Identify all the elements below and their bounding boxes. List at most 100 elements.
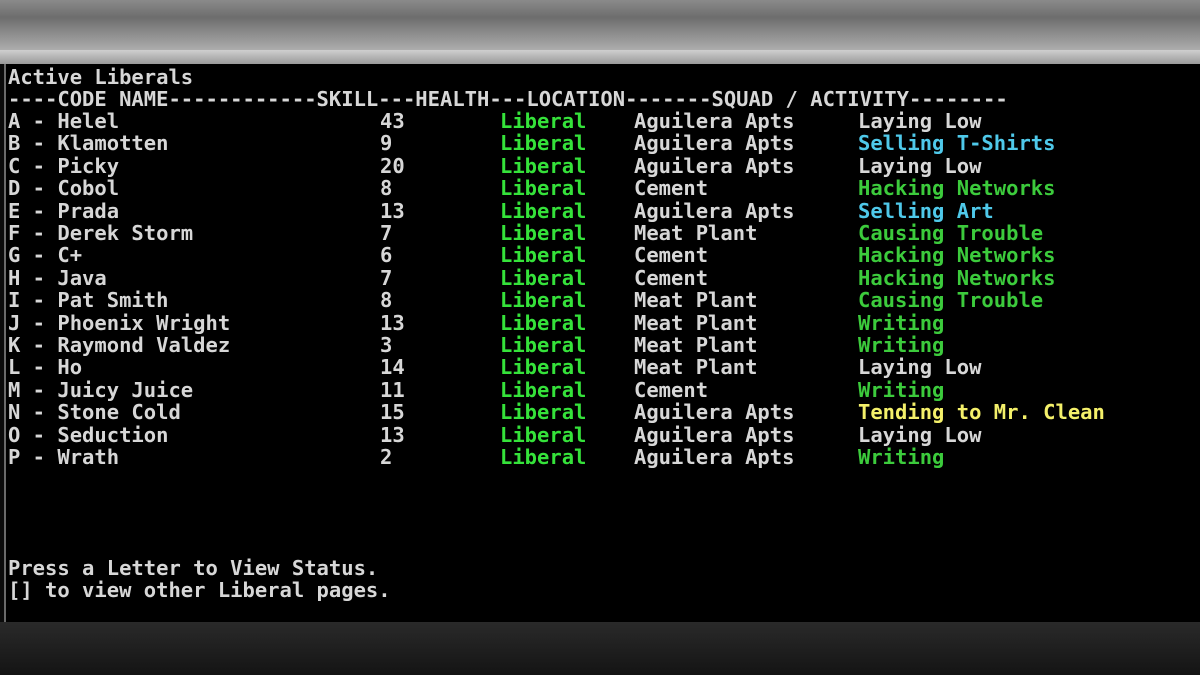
code-name: Ho [57,355,83,380]
health-status: Liberal [500,131,587,156]
code-cell: J - Phoenix Wright [8,310,231,335]
row-separator: - [20,265,58,290]
footer-instruction: Press a Letter to View Status. [8,556,379,580]
health-status: Liberal [500,422,587,447]
page-title: Active Liberals [8,65,194,89]
row-letter: A [8,109,21,133]
row-separator: - [20,176,58,201]
activity-value: Writing [858,310,945,335]
activity-value: Laying Low [858,153,982,178]
code-name: Picky [57,153,120,178]
code-name: Klamotten [57,131,169,156]
activity-value: Selling T-Shirts [858,131,1056,156]
location-value: Aguilera Apts [634,109,795,133]
health-status: Liberal [500,310,587,335]
skill-value: 13 [380,310,405,335]
location-value: Meat Plant [634,221,758,245]
code-cell: H - Java [8,267,107,289]
health-status: Liberal [500,243,587,268]
row-letter: B [8,131,21,156]
health-status: Liberal [500,288,587,313]
code-name: Raymond Valdez [57,333,231,357]
code-name: Cobol [57,176,120,201]
screenshot-frame: Active Liberals ----CODE NAME-----------… [0,0,1200,675]
skill-value: 6 [380,243,393,268]
activity-value: Hacking Networks [858,176,1056,201]
activity-value: Causing Trouble [858,288,1044,313]
skill-value: 7 [380,265,393,290]
row-letter: P [8,445,21,469]
activity-value: Writing [858,377,945,402]
code-cell: O - Seduction [8,422,169,447]
code-cell: I - Pat Smith [8,289,168,311]
skill-value: 20 [380,153,405,178]
console-window: Active Liberals ----CODE NAME-----------… [4,64,1200,622]
code-cell: E - Prada [8,198,120,223]
location-value: Meat Plant [634,310,758,335]
location-value: Aguilera Apts [634,422,795,447]
row-separator: - [20,422,58,447]
row-separator: - [20,288,58,313]
code-cell: N - Stone Cold [8,401,181,423]
skill-value: 2 [380,445,393,469]
code-name: Phoenix Wright [57,310,231,335]
activity-value: Hacking Networks [858,243,1056,268]
code-name: Derek Storm [57,221,194,245]
code-cell: M - Juicy Juice [8,379,193,401]
window-title-bar [0,50,1200,64]
activity-value: Laying Low [858,422,982,447]
row-letter: I [8,288,21,313]
location-value: Cement [634,176,709,201]
code-name: Prada [57,198,120,223]
row-separator: - [20,153,58,178]
activity-value: Hacking Networks [858,265,1056,290]
row-letter: O [8,422,21,447]
activity-value: Writing [858,333,945,357]
row-letter: K [8,333,21,357]
health-status: Liberal [500,400,587,425]
location-value: Aguilera Apts [634,400,795,425]
row-separator: - [20,310,58,335]
activity-value: Laying Low [858,109,982,133]
health-status: Liberal [500,445,587,469]
code-name: Juicy Juice [57,377,194,402]
row-letter: F [8,221,21,245]
skill-value: 13 [380,422,405,447]
skill-value: 43 [380,109,405,133]
code-cell: P - Wrath [8,446,119,468]
skill-value: 8 [380,288,393,313]
row-separator: - [20,109,58,133]
window-bottom-chrome [0,622,1200,675]
skill-value: 11 [380,377,405,402]
activity-value: Causing Trouble [858,221,1044,245]
code-name: Wrath [57,445,120,469]
code-cell: D - Cobol [8,177,119,199]
location-value: Aguilera Apts [634,445,795,469]
activity-value: Selling Art [858,198,994,223]
code-cell: F - Derek Storm [8,222,193,244]
code-name: Seduction [57,422,169,447]
code-name: Java [57,265,107,290]
skill-value: 15 [380,400,405,425]
location-value: Meat Plant [634,355,758,380]
row-separator: - [20,221,58,245]
health-status: Liberal [500,176,587,201]
health-status: Liberal [500,198,587,223]
row-letter: M [8,377,21,402]
row-letter: G [8,243,21,268]
code-cell: A - Helel [8,110,119,132]
skill-value: 7 [380,221,393,245]
location-value: Aguilera Apts [634,131,795,156]
row-separator: - [20,198,58,223]
code-cell: B - Klamotten [8,132,168,154]
row-letter: L [8,355,21,380]
row-separator: - [20,243,58,268]
activity-value: Laying Low [858,355,982,380]
health-status: Liberal [500,377,587,402]
skill-value: 14 [380,355,405,380]
health-status: Liberal [500,221,587,245]
location-value: Cement [634,265,709,290]
code-name: C+ [57,243,83,268]
health-status: Liberal [500,355,587,380]
location-value: Meat Plant [634,288,758,313]
